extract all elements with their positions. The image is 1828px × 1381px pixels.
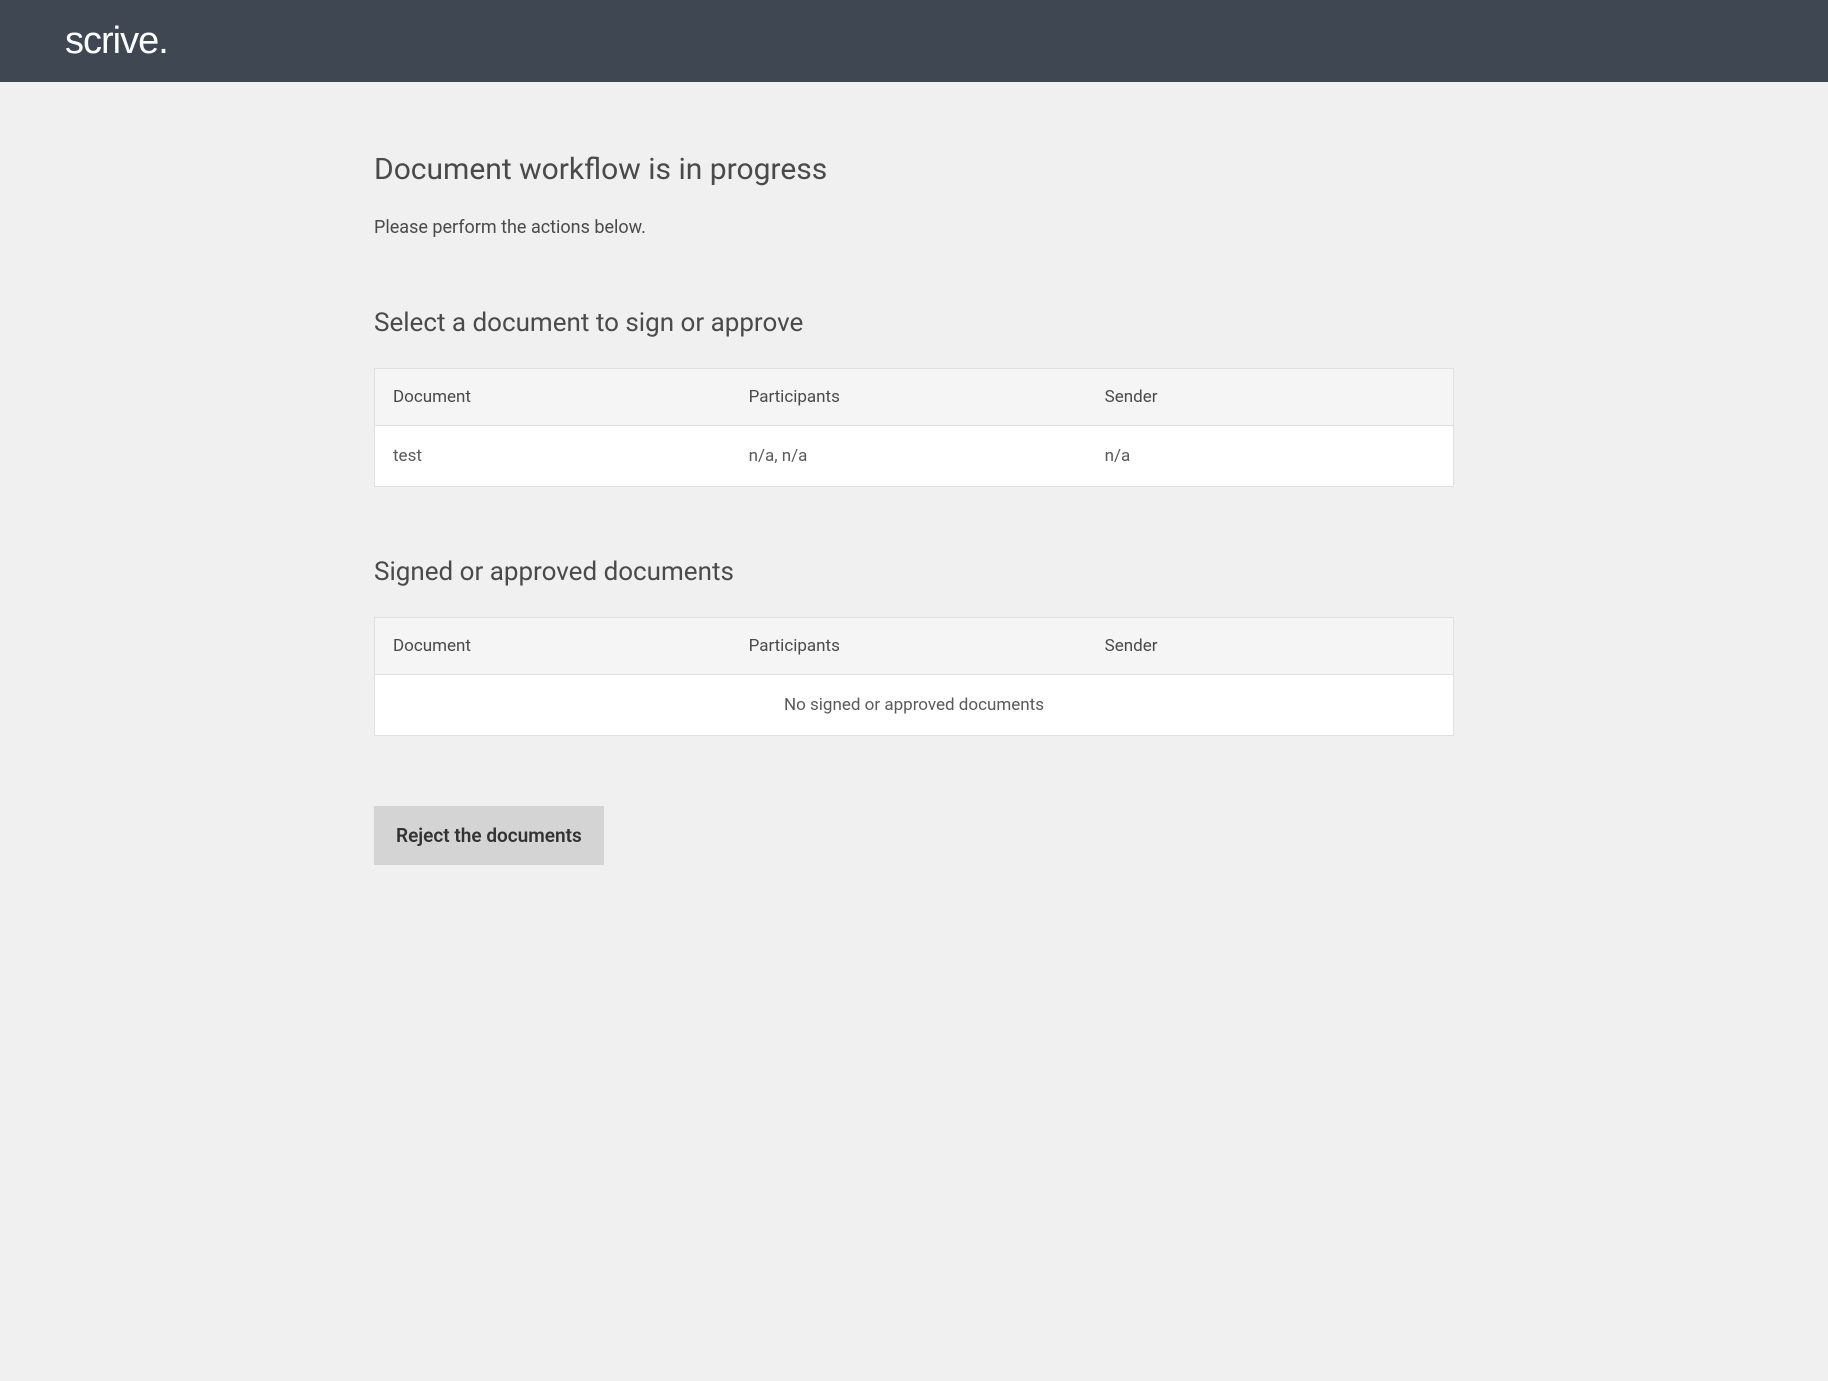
- cell-document: test: [375, 426, 731, 487]
- column-header-document: Document: [375, 618, 731, 675]
- page-title: Document workflow is in progress: [374, 152, 1454, 187]
- page-subtitle: Please perform the actions below.: [374, 217, 1454, 238]
- empty-message: No signed or approved documents: [375, 675, 1454, 736]
- column-header-sender: Sender: [1087, 618, 1454, 675]
- section-title-signed: Signed or approved documents: [374, 557, 1454, 587]
- header: scrive.: [0, 0, 1828, 82]
- section-title-to-sign: Select a document to sign or approve: [374, 308, 1454, 338]
- column-header-participants: Participants: [731, 618, 1087, 675]
- column-header-participants: Participants: [731, 369, 1087, 426]
- reject-button[interactable]: Reject the documents: [374, 806, 604, 865]
- main-container: Document workflow is in progress Please …: [309, 82, 1519, 925]
- cell-sender: n/a: [1087, 426, 1454, 487]
- signed-table: Document Participants Sender No signed o…: [374, 617, 1454, 736]
- empty-row: No signed or approved documents: [375, 675, 1454, 736]
- column-header-sender: Sender: [1087, 369, 1454, 426]
- cell-participants: n/a, n/a: [731, 426, 1087, 487]
- table-row[interactable]: test n/a, n/a n/a: [375, 426, 1454, 487]
- to-sign-table: Document Participants Sender test n/a, n…: [374, 368, 1454, 487]
- logo: scrive.: [65, 20, 168, 63]
- column-header-document: Document: [375, 369, 731, 426]
